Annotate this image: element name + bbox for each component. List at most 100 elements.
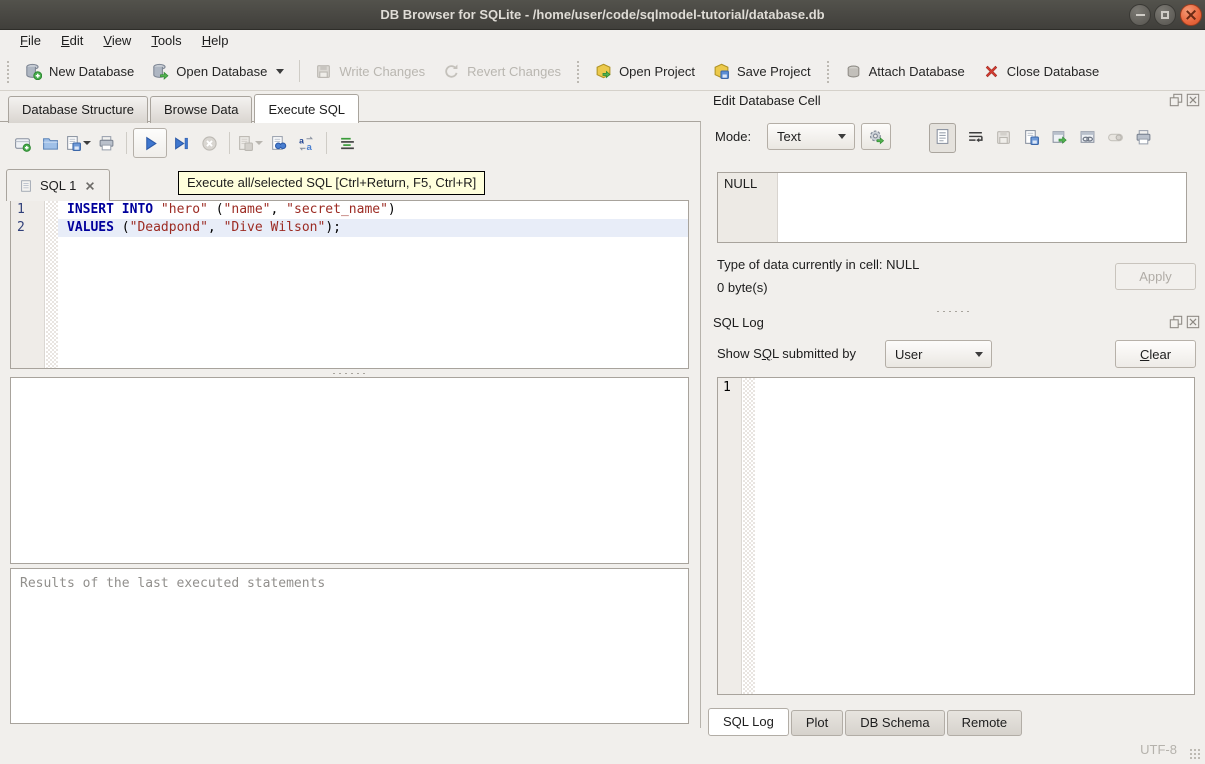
menu-view[interactable]: View bbox=[93, 31, 141, 51]
print-sql-button[interactable] bbox=[92, 130, 120, 156]
open-project-label: Open Project bbox=[619, 64, 695, 79]
save-project-button[interactable]: Save Project bbox=[704, 57, 820, 86]
format-sql-button[interactable] bbox=[333, 130, 361, 156]
apply-button[interactable]: Apply bbox=[1115, 263, 1196, 290]
results-placeholder-text: Results of the last executed statements bbox=[20, 576, 325, 591]
toolbar-grip[interactable] bbox=[5, 59, 11, 83]
find-button[interactable] bbox=[264, 130, 292, 156]
splitter-handle-icon bbox=[331, 372, 369, 375]
cell-type-info: Type of data currently in cell: NULL bbox=[717, 257, 919, 272]
auto-apply-button[interactable] bbox=[861, 123, 891, 150]
new-sql-tab-button[interactable] bbox=[8, 130, 36, 156]
main-tab-bar: Database Structure Browse Data Execute S… bbox=[0, 92, 361, 122]
stop-execution-button[interactable] bbox=[195, 130, 223, 156]
cell-null-label: NULL bbox=[724, 176, 757, 191]
log-line-number: 1 bbox=[723, 380, 731, 395]
edit-cell-header[interactable]: Edit Database Cell bbox=[703, 92, 1205, 112]
sql-file-icon bbox=[19, 179, 33, 193]
open-in-external-icon[interactable] bbox=[1051, 129, 1068, 146]
right-dock: Edit Database Cell Mode: Text bbox=[703, 92, 1205, 738]
float-panel-icon[interactable] bbox=[1169, 315, 1183, 329]
sql-token: "secret_name" bbox=[286, 202, 388, 217]
close-button[interactable] bbox=[1180, 4, 1202, 26]
write-changes-button[interactable]: Write Changes bbox=[306, 57, 434, 86]
open-database-dropdown-icon[interactable] bbox=[276, 69, 284, 74]
menu-tools[interactable]: Tools bbox=[141, 31, 191, 51]
results-message-pane[interactable]: Results of the last executed statements bbox=[10, 568, 689, 724]
open-sql-file-button[interactable] bbox=[36, 130, 64, 156]
export-cell-data-icon[interactable] bbox=[1023, 129, 1040, 146]
sql-token: ); bbox=[325, 220, 341, 235]
execute-all-button[interactable] bbox=[133, 128, 167, 158]
find-replace-button[interactable]: aa bbox=[292, 130, 320, 156]
cell-value-editor[interactable]: NULL bbox=[717, 172, 1187, 243]
sql-token: "Dive Wilson" bbox=[224, 220, 326, 235]
execute-line-icon bbox=[173, 135, 190, 152]
titlebar[interactable]: DB Browser for SQLite - /home/user/code/… bbox=[0, 0, 1205, 30]
minimize-button[interactable] bbox=[1129, 4, 1151, 26]
menu-help[interactable]: Help bbox=[192, 31, 239, 51]
dock-tab-db-schema[interactable]: DB Schema bbox=[845, 710, 944, 736]
sql-editor-tab[interactable]: SQL 1 bbox=[6, 169, 110, 201]
sql-token: ( bbox=[114, 220, 130, 235]
sql-log-header[interactable]: SQL Log bbox=[703, 314, 1205, 334]
attach-database-button[interactable]: Attach Database bbox=[836, 57, 974, 86]
dock-tab-sql-log[interactable]: SQL Log bbox=[708, 708, 789, 736]
window-resize-grip[interactable] bbox=[1189, 748, 1201, 760]
close-database-label: Close Database bbox=[1007, 64, 1100, 79]
open-sql-file-icon bbox=[42, 135, 59, 152]
tab-execute-sql[interactable]: Execute SQL bbox=[254, 94, 359, 123]
clear-log-button[interactable]: Clear bbox=[1115, 340, 1196, 368]
new-database-icon bbox=[25, 63, 42, 80]
toolbar-grip[interactable] bbox=[825, 59, 831, 83]
open-project-button[interactable]: Open Project bbox=[586, 57, 704, 86]
close-database-button[interactable]: Close Database bbox=[974, 57, 1109, 86]
dock-tab-db-schema-label: DB Schema bbox=[860, 715, 929, 730]
toolbar-grip[interactable] bbox=[575, 59, 581, 83]
open-database-label: Open Database bbox=[176, 64, 267, 79]
sql-editor[interactable]: 1 2 INSERT INTO "hero" ("name", "secret_… bbox=[10, 200, 689, 369]
tab-database-structure[interactable]: Database Structure bbox=[8, 96, 148, 123]
sql-log-view[interactable]: 1 bbox=[717, 377, 1195, 695]
editor-results-splitter[interactable] bbox=[10, 371, 689, 376]
maximize-icon bbox=[1161, 11, 1169, 19]
log-fold-margin bbox=[743, 378, 755, 694]
word-wrap-icon[interactable] bbox=[967, 129, 984, 146]
execute-line-button[interactable] bbox=[167, 130, 195, 156]
text-mode-button[interactable] bbox=[929, 123, 956, 153]
dock-tab-plot[interactable]: Plot bbox=[791, 710, 843, 736]
close-panel-icon[interactable] bbox=[1186, 93, 1200, 107]
sql-toolbar-separator bbox=[326, 132, 327, 154]
revert-changes-icon bbox=[443, 63, 460, 80]
maximize-button[interactable] bbox=[1154, 4, 1176, 26]
new-database-button[interactable]: New Database bbox=[16, 57, 143, 86]
menu-edit[interactable]: Edit bbox=[51, 31, 93, 51]
tab-browse-data[interactable]: Browse Data bbox=[150, 96, 252, 123]
print-cell-icon[interactable] bbox=[1135, 129, 1152, 146]
mode-combobox[interactable]: Text bbox=[767, 123, 855, 150]
filter-label-part: L submitted by bbox=[772, 346, 856, 361]
sql-token: , bbox=[271, 202, 287, 217]
results-grid-pane[interactable] bbox=[10, 377, 689, 564]
save-sql-dropdown-icon[interactable] bbox=[83, 141, 91, 145]
close-panel-icon[interactable] bbox=[1186, 315, 1200, 329]
sql-code-area[interactable]: INSERT INTO "hero" ("name", "secret_name… bbox=[58, 201, 688, 368]
save-sql-file-button[interactable] bbox=[64, 130, 92, 156]
revert-changes-button[interactable]: Revert Changes bbox=[434, 57, 570, 86]
dock-tab-remote[interactable]: Remote bbox=[947, 710, 1023, 736]
minimize-icon bbox=[1136, 14, 1145, 16]
log-filter-combobox[interactable]: User bbox=[885, 340, 992, 368]
set-null-icon[interactable] bbox=[1107, 129, 1124, 146]
menu-file[interactable]: File bbox=[10, 31, 51, 51]
menubar: File Edit View Tools Help bbox=[0, 30, 1205, 52]
log-line-gutter: 1 bbox=[718, 378, 742, 694]
sql-token: VALUES bbox=[67, 220, 114, 235]
open-database-button[interactable]: Open Database bbox=[143, 57, 293, 86]
save-results-button[interactable] bbox=[236, 130, 264, 156]
revert-changes-label: Revert Changes bbox=[467, 64, 561, 79]
write-changes-icon bbox=[315, 63, 332, 80]
import-cell-data-icon[interactable] bbox=[995, 129, 1012, 146]
close-sql-tab-icon[interactable] bbox=[83, 179, 97, 193]
float-panel-icon[interactable] bbox=[1169, 93, 1183, 107]
link-icon[interactable] bbox=[1079, 129, 1096, 146]
